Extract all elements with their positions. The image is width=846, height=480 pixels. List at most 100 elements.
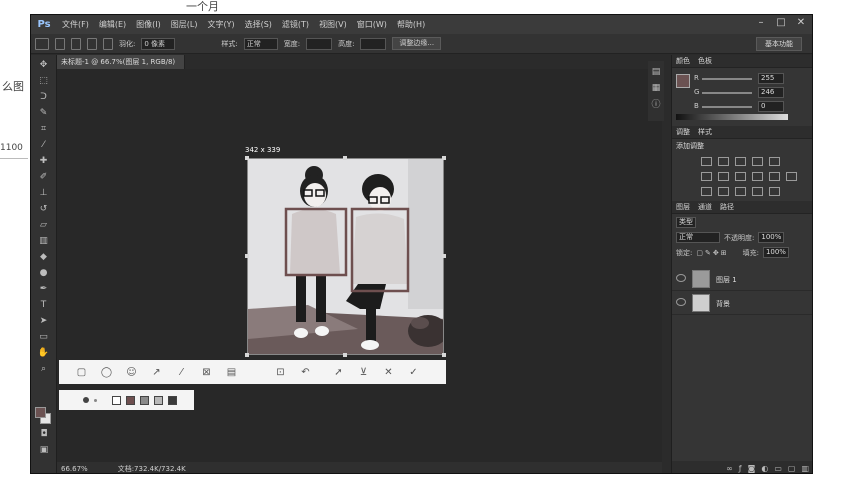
- refine-edge-button[interactable]: 调整边缘...: [392, 37, 442, 50]
- menu-image[interactable]: 图像(I): [131, 19, 166, 30]
- levels-adjust-icon[interactable]: [718, 157, 729, 166]
- close-icon[interactable]: ✕: [376, 363, 401, 381]
- blend-mode-select[interactable]: 正常: [676, 232, 720, 243]
- visibility-eye-icon[interactable]: [676, 274, 686, 282]
- quick-mask-icon[interactable]: ◘: [36, 427, 52, 440]
- tab-swatches[interactable]: 色板: [698, 55, 712, 67]
- rectangle-tool-icon[interactable]: ▢: [69, 363, 94, 381]
- menu-type[interactable]: 文字(Y): [202, 19, 239, 30]
- menu-view[interactable]: 视图(V): [314, 19, 352, 30]
- maximize-button[interactable]: □: [776, 18, 786, 28]
- zoom-level[interactable]: 66.67%: [61, 465, 88, 473]
- path-select-tool-icon[interactable]: ➤: [36, 314, 52, 327]
- eyedropper-tool-icon[interactable]: ⁄: [36, 138, 52, 151]
- delete-layer-icon[interactable]: ▥: [801, 464, 809, 473]
- marquee-preset-icon[interactable]: [35, 37, 49, 50]
- pen-tool-icon[interactable]: ⁄: [169, 363, 194, 381]
- posterize-adjust-icon[interactable]: [718, 187, 729, 196]
- dodge-tool-icon[interactable]: ●: [36, 266, 52, 279]
- photo-filter-icon[interactable]: [752, 172, 763, 181]
- group-icon[interactable]: ▭: [774, 464, 782, 473]
- minimize-button[interactable]: –: [756, 18, 766, 28]
- green-slider[interactable]: G 246: [672, 86, 812, 100]
- clone-stamp-tool-icon[interactable]: ⊥: [36, 186, 52, 199]
- pin-tool-icon[interactable]: ⊡: [268, 363, 293, 381]
- balance-adjust-icon[interactable]: [718, 172, 729, 181]
- color-spectrum-bar[interactable]: [676, 114, 788, 120]
- marquee-tool-icon[interactable]: ⬚: [36, 74, 52, 87]
- opacity-field[interactable]: 100%: [758, 232, 785, 243]
- menu-select[interactable]: 选择(S): [240, 19, 277, 30]
- properties-panel-icon[interactable]: ▦: [648, 81, 664, 94]
- info-panel-icon[interactable]: ⓘ: [648, 97, 664, 110]
- stroke-size-large[interactable]: [83, 397, 89, 403]
- stroke-size-small[interactable]: [94, 398, 97, 402]
- subtract-selection-icon[interactable]: [87, 37, 97, 50]
- fill-field[interactable]: 100%: [762, 247, 789, 258]
- red-slider[interactable]: R 255: [672, 72, 812, 86]
- selective-color-icon[interactable]: [769, 187, 780, 196]
- gradient-map-icon[interactable]: [752, 187, 763, 196]
- exposure-adjust-icon[interactable]: [752, 157, 763, 166]
- confirm-icon[interactable]: ✓: [401, 363, 426, 381]
- adjustment-layer-icon[interactable]: ◐: [761, 464, 768, 473]
- capture-handle-bottom-right[interactable]: [442, 353, 446, 357]
- undo-icon[interactable]: ↶: [293, 363, 318, 381]
- add-selection-icon[interactable]: [71, 37, 81, 50]
- document-tab[interactable]: 未标题-1 @ 66.7%(图层 1, RGB/8): [57, 55, 185, 69]
- tab-paths[interactable]: 路径: [720, 201, 734, 213]
- menu-window[interactable]: 窗口(W): [352, 19, 392, 30]
- healing-tool-icon[interactable]: ✚: [36, 154, 52, 167]
- hue-adjust-icon[interactable]: [701, 172, 712, 181]
- type-tool-icon[interactable]: T: [36, 298, 52, 311]
- color-chip-light[interactable]: [154, 395, 163, 405]
- intersect-selection-icon[interactable]: [103, 37, 113, 50]
- arrow-tool-icon[interactable]: ↗: [144, 363, 169, 381]
- emoji-tool-icon[interactable]: ☺: [119, 363, 144, 381]
- lasso-tool-icon[interactable]: ᑐ: [36, 90, 52, 103]
- menu-help[interactable]: 帮助(H): [392, 19, 430, 30]
- vibrance-adjust-icon[interactable]: [769, 157, 780, 166]
- shape-tool-icon[interactable]: ▭: [36, 330, 52, 343]
- tab-styles[interactable]: 样式: [698, 126, 712, 138]
- new-layer-icon[interactable]: ▢: [788, 464, 796, 473]
- feather-field[interactable]: 0 像素: [141, 37, 176, 50]
- menu-edit[interactable]: 编辑(E): [94, 19, 131, 30]
- close-window-button[interactable]: ✕: [796, 18, 806, 28]
- color-chip-white[interactable]: [112, 395, 121, 405]
- red-value[interactable]: 255: [758, 73, 784, 84]
- save-icon[interactable]: ⊻: [351, 363, 376, 381]
- mosaic-tool-icon[interactable]: ⊠: [194, 363, 219, 381]
- capture-handle-left[interactable]: [245, 254, 249, 258]
- tab-adjustments[interactable]: 调整: [676, 126, 690, 138]
- capture-handle-bottom[interactable]: [343, 353, 347, 357]
- brush-tool-icon[interactable]: ✐: [36, 170, 52, 183]
- visibility-eye-icon[interactable]: [676, 298, 686, 306]
- zoom-tool-icon[interactable]: ⌕: [36, 362, 52, 375]
- menu-layer[interactable]: 图层(L): [166, 19, 203, 30]
- mixer-adjust-icon[interactable]: [769, 172, 780, 181]
- blue-slider[interactable]: B 0: [672, 100, 812, 114]
- bw-adjust-icon[interactable]: [735, 172, 746, 181]
- menu-filter[interactable]: 滤镜(T): [277, 19, 314, 30]
- capture-handle-top-left[interactable]: [245, 156, 249, 160]
- height-field[interactable]: [360, 37, 387, 50]
- fx-icon[interactable]: ƒ: [739, 464, 742, 473]
- color-chip-selected[interactable]: [126, 395, 135, 405]
- layer-kind-filter[interactable]: 类型: [676, 217, 696, 228]
- foreground-color-swatch[interactable]: [35, 407, 46, 418]
- invert-adjust-icon[interactable]: [701, 187, 712, 196]
- width-field[interactable]: [306, 37, 333, 50]
- menu-file[interactable]: 文件(F): [57, 19, 94, 30]
- curves-adjust-icon[interactable]: [735, 157, 746, 166]
- capture-handle-top[interactable]: [343, 156, 347, 160]
- eraser-tool-icon[interactable]: ▱: [36, 218, 52, 231]
- capture-handle-bottom-left[interactable]: [245, 353, 249, 357]
- color-chip-dark[interactable]: [168, 395, 177, 405]
- brightness-adjust-icon[interactable]: [701, 157, 712, 166]
- tab-channels[interactable]: 通道: [698, 201, 712, 213]
- quick-select-tool-icon[interactable]: ✎: [36, 106, 52, 119]
- capture-handle-top-right[interactable]: [442, 156, 446, 160]
- color-chip-gray[interactable]: [140, 395, 149, 405]
- blue-value[interactable]: 0: [758, 101, 784, 112]
